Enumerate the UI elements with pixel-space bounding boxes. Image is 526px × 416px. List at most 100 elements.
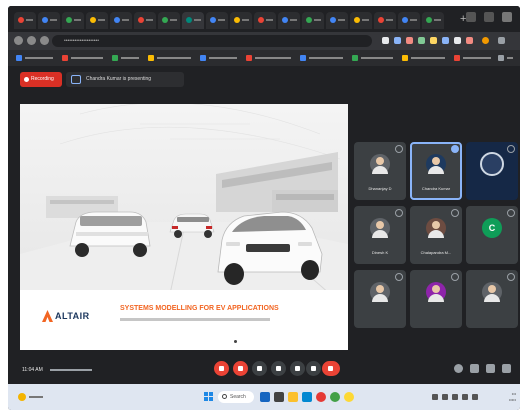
pin-icon[interactable] <box>451 145 459 153</box>
browser-tab[interactable] <box>350 12 372 29</box>
participant-tile[interactable]: Dinesh K <box>354 206 406 264</box>
extension-icon[interactable] <box>418 37 425 44</box>
maximize-icon[interactable] <box>484 12 494 22</box>
pin-icon[interactable] <box>395 273 403 281</box>
bookmark-icon <box>300 55 306 61</box>
chrome-icon[interactable] <box>316 392 326 402</box>
info-icon[interactable] <box>454 364 463 373</box>
bookmark-item[interactable] <box>112 54 142 62</box>
participant-tile[interactable]: C <box>466 206 518 264</box>
browser-tab[interactable] <box>62 12 84 29</box>
bookmark-item[interactable] <box>200 54 240 62</box>
camera-off-button[interactable] <box>233 361 248 376</box>
battery-icon[interactable] <box>472 394 478 400</box>
browser-tab[interactable] <box>302 12 324 29</box>
weather-widget[interactable] <box>18 391 44 403</box>
address-bar[interactable]: •••••••••••••••••••• <box>52 35 372 47</box>
clock[interactable]: ••• ••••• <box>490 391 516 403</box>
browser-tab[interactable] <box>158 12 180 29</box>
taskbar-search[interactable]: Search <box>218 391 254 403</box>
pin-icon[interactable] <box>395 145 403 153</box>
browser-tab[interactable] <box>38 12 60 29</box>
back-icon[interactable] <box>14 36 23 45</box>
browser-tab[interactable] <box>86 12 108 29</box>
file-explorer-icon[interactable] <box>288 392 298 402</box>
participant-tile[interactable] <box>410 270 462 328</box>
browser-tab[interactable] <box>326 12 348 29</box>
browser-tab[interactable] <box>422 12 444 29</box>
mic-off-button[interactable] <box>214 361 229 376</box>
browser-tab[interactable] <box>206 12 228 29</box>
activities-icon[interactable] <box>502 364 511 373</box>
pin-icon[interactable] <box>451 209 459 217</box>
wifi-icon[interactable] <box>452 394 458 400</box>
browser-tab[interactable] <box>230 12 252 29</box>
shared-slide: ALTAIR SYSTEMS MODELLING FOR EV APPLICAT… <box>20 104 348 350</box>
reload-icon[interactable] <box>40 36 49 45</box>
presenter-chip[interactable]: Chandra Kumar is presenting <box>66 72 184 87</box>
bookmark-item[interactable] <box>402 54 448 62</box>
bookmark-item[interactable] <box>352 54 396 62</box>
bookmark-item[interactable] <box>16 54 56 62</box>
pin-icon[interactable] <box>507 209 515 217</box>
extension-icon[interactable] <box>406 37 413 44</box>
bookmarks-bar <box>8 50 520 66</box>
people-icon[interactable] <box>470 364 479 373</box>
app-icon[interactable] <box>330 392 340 402</box>
participant-tile[interactable] <box>466 270 518 328</box>
bookmark-item[interactable] <box>62 54 106 62</box>
emoji-button[interactable] <box>271 361 286 376</box>
extension-icon[interactable] <box>466 37 473 44</box>
participant-tile[interactable]: Dhananjay D <box>354 142 406 200</box>
browser-tab[interactable] <box>374 12 396 29</box>
forward-icon[interactable] <box>27 36 36 45</box>
address-text: •••••••••••••••••••• <box>64 38 100 44</box>
bookmark-item[interactable] <box>454 54 494 62</box>
bookmark-icon <box>454 55 460 61</box>
tab-favicon-icon <box>114 17 120 23</box>
bookmark-item[interactable] <box>148 54 194 62</box>
browser-tab[interactable] <box>398 12 420 29</box>
pin-icon[interactable] <box>507 145 515 153</box>
chevron-up-icon[interactable] <box>432 394 438 400</box>
browser-tab[interactable] <box>134 12 156 29</box>
extension-icon[interactable] <box>382 37 389 44</box>
bookmark-item[interactable] <box>246 54 294 62</box>
pin-icon[interactable] <box>451 273 459 281</box>
extension-icon[interactable] <box>430 37 437 44</box>
bookmark-item[interactable] <box>300 54 346 62</box>
browser-tab[interactable] <box>14 12 36 29</box>
browser-tab[interactable] <box>278 12 300 29</box>
bookmark-item[interactable] <box>498 54 516 62</box>
browser-tab[interactable] <box>254 12 276 29</box>
menu-icon[interactable] <box>498 37 505 44</box>
app-icon[interactable] <box>344 392 354 402</box>
chat-icon[interactable] <box>486 364 495 373</box>
profile-avatar[interactable] <box>482 37 489 44</box>
more-options-button[interactable] <box>306 361 321 376</box>
close-icon[interactable] <box>502 12 512 22</box>
windows-start-icon[interactable] <box>204 392 214 402</box>
app-icon[interactable] <box>274 392 284 402</box>
minimize-icon[interactable] <box>466 12 476 22</box>
extension-icon[interactable] <box>454 37 461 44</box>
pin-icon[interactable] <box>507 273 515 281</box>
browser-tab[interactable] <box>110 12 132 29</box>
app-icon[interactable] <box>260 392 270 402</box>
language-icon[interactable] <box>442 394 448 400</box>
extension-icon[interactable] <box>394 37 401 44</box>
captions-button[interactable] <box>252 361 267 376</box>
captions-icon <box>257 366 262 371</box>
participant-tile[interactable] <box>466 142 518 200</box>
leave-call-button[interactable] <box>322 361 340 376</box>
pin-icon[interactable] <box>395 209 403 217</box>
extension-icon[interactable] <box>442 37 449 44</box>
volume-icon[interactable] <box>462 394 468 400</box>
participant-tile[interactable]: Chandra Kumar <box>410 142 462 200</box>
tab-favicon-icon <box>402 17 408 23</box>
browser-tab-active[interactable] <box>182 12 204 29</box>
participant-tile[interactable]: Chalapandra M... <box>410 206 462 264</box>
participant-tile[interactable] <box>354 270 406 328</box>
edge-icon[interactable] <box>302 392 312 402</box>
present-button[interactable] <box>290 361 305 376</box>
